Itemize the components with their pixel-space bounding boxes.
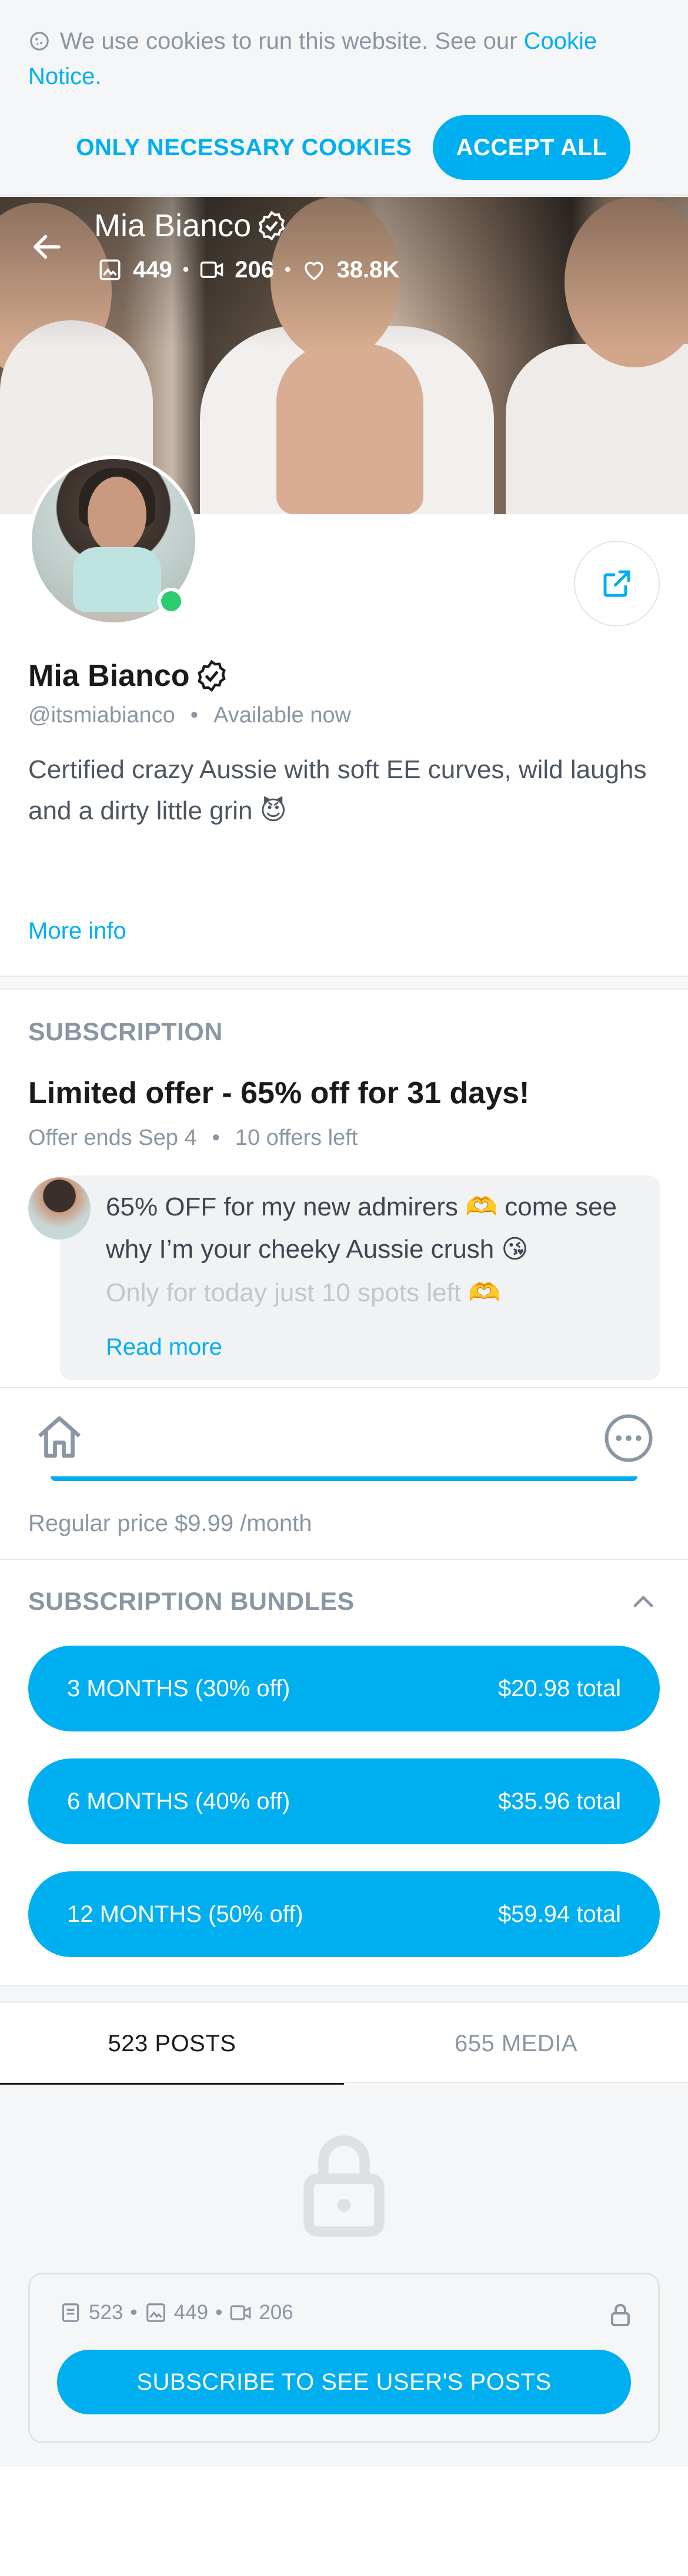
bottom-navbar xyxy=(0,1387,688,1487)
offer-ends: Offer ends Sep 4 xyxy=(28,1125,197,1150)
regular-price: Regular price $9.99 /month xyxy=(28,1510,312,1536)
offer-title: Limited offer - 65% off for 31 days! xyxy=(28,1076,530,1110)
cover-stats: 449 • 206 • 38.8K xyxy=(98,252,399,287)
home-icon[interactable] xyxy=(33,1412,86,1465)
small-lock-icon xyxy=(611,2304,630,2326)
bundles-section-title: SUBSCRIPTION BUNDLES xyxy=(28,1587,355,1616)
offers-left: 10 offers left xyxy=(235,1125,358,1150)
availability-status: Available now xyxy=(213,703,351,728)
photo-icon xyxy=(99,259,121,280)
video-icon xyxy=(201,262,223,278)
lock-icon xyxy=(303,2135,385,2237)
offer-meta: Offer ends Sep 4 • 10 offers left xyxy=(28,1125,358,1150)
locked-posts-count: 523 xyxy=(89,2301,123,2324)
videos-count: 206 xyxy=(235,256,275,283)
only-necessary-cookies-button[interactable]: ONLY NECESSARY COOKIES xyxy=(71,115,418,180)
subscription-section-title: SUBSCRIPTION xyxy=(28,1018,223,1046)
offer-message-text: 65% OFF for my new admirers 🫶 come see w… xyxy=(106,1192,617,1264)
bundle-6-months-button[interactable]: 6 MONTHS (40% off) $35.96 total xyxy=(28,1758,660,1844)
bundle-price: $20.98 total xyxy=(497,1675,621,1701)
verified-badge-icon xyxy=(258,210,285,241)
divider xyxy=(0,989,688,990)
read-more-link[interactable]: Read more xyxy=(106,1334,222,1361)
cover-name-row: Mia Bianco xyxy=(94,205,288,246)
tab-posts[interactable]: 523 POSTS xyxy=(0,2002,344,2086)
message-avatar xyxy=(28,1177,91,1240)
profile-handle: @itsmiabianco xyxy=(28,703,175,728)
photos-count: 449 xyxy=(133,256,172,283)
bundle-price: $59.94 total xyxy=(497,1901,621,1927)
content-tabs: 523 POSTS 655 MEDIA xyxy=(0,2001,688,2086)
locked-photos-count: 449 xyxy=(173,2301,209,2324)
divider xyxy=(0,1559,688,1560)
share-button[interactable] xyxy=(574,541,660,627)
chevron-up-icon[interactable] xyxy=(627,1585,660,1618)
locked-stats: 523 • 449 • 206 xyxy=(59,2301,293,2324)
photo-icon xyxy=(146,2303,165,2322)
handle-row: @itsmiabianco • Available now xyxy=(28,703,351,728)
cookie-icon xyxy=(30,32,49,51)
post-icon xyxy=(62,2303,79,2322)
share-icon xyxy=(603,570,630,597)
locked-posts-area: 523 • 449 • 206 SUBSCRIBE TO SEE USER'S … xyxy=(0,2085,688,2467)
cover-name: Mia Bianco xyxy=(94,208,252,243)
tab-media[interactable]: 655 MEDIA xyxy=(344,2002,688,2085)
subscribe-button-edge[interactable] xyxy=(51,1476,637,1481)
profile-name: Mia Bianco xyxy=(28,659,190,693)
cookie-period: . xyxy=(95,63,102,89)
online-status-dot xyxy=(158,588,185,615)
offer-message-faded: Only for today just 10 spots left 🫶 xyxy=(106,1278,501,1307)
subscribe-to-see-posts-button[interactable]: SUBSCRIBE TO SEE USER'S POSTS xyxy=(57,2350,631,2414)
bundle-12-months-button[interactable]: 12 MONTHS (50% off) $59.94 total xyxy=(28,1871,660,1957)
bundle-label: 6 MONTHS (40% off) xyxy=(67,1788,290,1814)
accept-all-cookies-button[interactable]: ACCEPT ALL xyxy=(433,115,630,180)
likes-count: 38.8K xyxy=(336,256,400,283)
profile-bio: Certified crazy Aussie with soft EE curv… xyxy=(28,755,647,825)
cookie-message: We use cookies to run this website. See … xyxy=(60,28,517,54)
bundle-label: 12 MONTHS (50% off) xyxy=(67,1901,303,1927)
verified-badge-icon xyxy=(197,659,226,692)
more-info-link[interactable]: More info xyxy=(28,918,126,944)
bundle-3-months-button[interactable]: 3 MONTHS (30% off) $20.98 total xyxy=(28,1646,660,1731)
bundle-label: 3 MONTHS (30% off) xyxy=(67,1675,290,1701)
subscribe-card: 523 • 449 • 206 SUBSCRIBE TO SEE USER'S … xyxy=(28,2273,660,2443)
back-arrow-icon[interactable] xyxy=(29,229,65,264)
video-icon xyxy=(230,2305,251,2320)
bundles-header[interactable]: SUBSCRIPTION BUNDLES xyxy=(28,1584,660,1619)
profile-name-row: Mia Bianco xyxy=(28,652,229,699)
bundle-price: $35.96 total xyxy=(497,1788,621,1814)
cookie-banner: We use cookies to run this website. See … xyxy=(0,0,688,196)
more-options-icon[interactable] xyxy=(602,1412,655,1465)
heart-icon xyxy=(304,262,323,280)
locked-videos-count: 206 xyxy=(259,2301,293,2324)
cookie-text: We use cookies to run this website. See … xyxy=(28,24,652,94)
